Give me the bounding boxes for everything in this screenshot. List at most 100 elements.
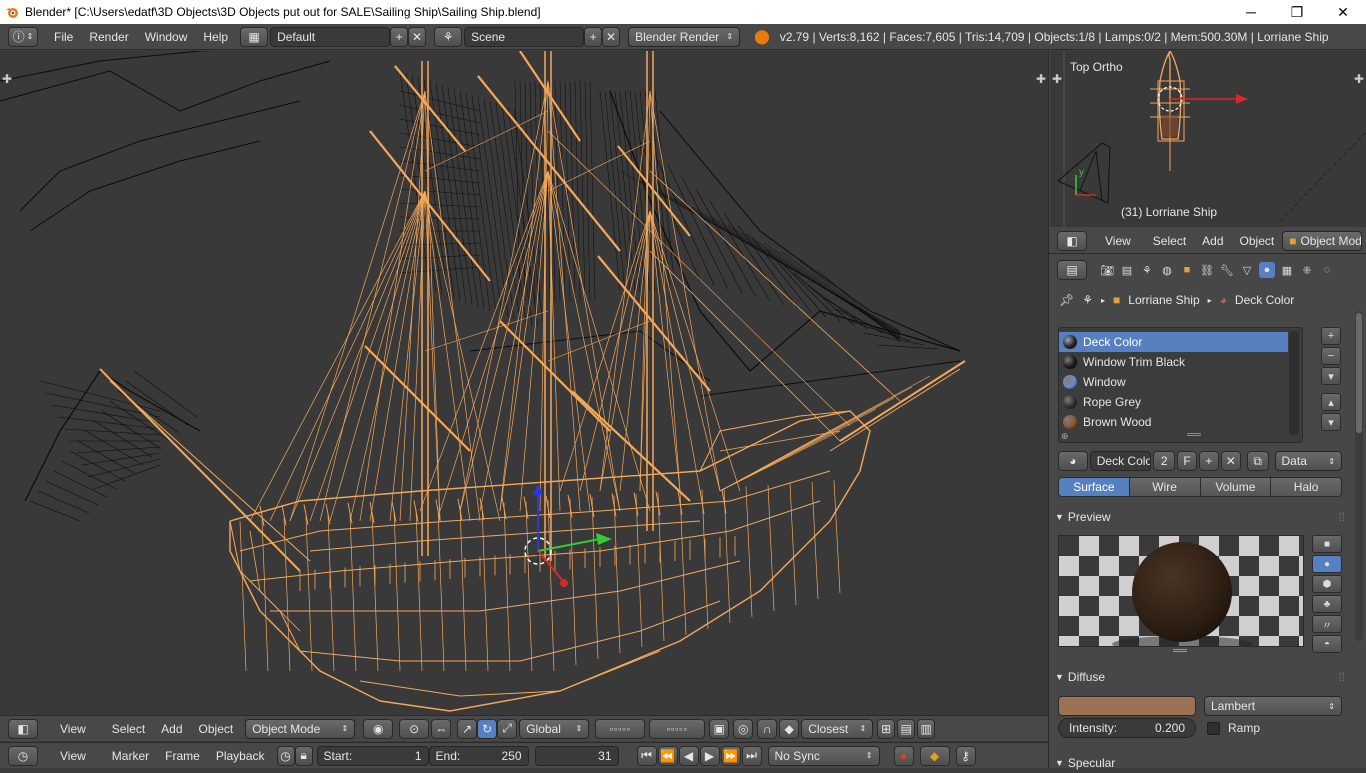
slot-specials-button[interactable]: ▾: [1321, 367, 1341, 385]
viewport-shading-button[interactable]: ◉: [363, 718, 394, 739]
editor-type-button[interactable]: ⓘ ⇕: [8, 26, 38, 47]
menu-object[interactable]: Object: [191, 722, 242, 736]
unlink-material-button[interactable]: ✕: [1220, 451, 1241, 471]
end-frame-field[interactable]: End: 250: [428, 745, 529, 766]
data-tab-icon[interactable]: ▽: [1239, 262, 1255, 278]
snap-element-button[interactable]: ◆: [779, 718, 800, 739]
render-engine-dropdown[interactable]: Blender Render ⇕: [628, 26, 741, 47]
preview-cube-button[interactable]: ⬢: [1312, 575, 1342, 593]
preview-world-button[interactable]: ◓: [1312, 635, 1342, 653]
next-keyframe-button[interactable]: ⏩: [720, 745, 741, 766]
material-list-scrollbar[interactable]: [1289, 331, 1299, 435]
material-slot-item[interactable]: Window: [1059, 372, 1288, 392]
sync-dropdown[interactable]: No Sync ⇕: [767, 745, 880, 766]
editor-type-button[interactable]: ◧: [8, 718, 38, 739]
minimize-button[interactable]: ─: [1228, 0, 1274, 24]
proportional-edit-button[interactable]: ◎: [733, 718, 754, 739]
link-dropdown[interactable]: Data ⇕: [1274, 451, 1343, 471]
selected-ship-wireframe[interactable]: [99, 51, 966, 712]
fake-user-button[interactable]: F: [1177, 451, 1197, 471]
viewport-split-corner-icon-left[interactable]: ✚: [2, 72, 12, 86]
preview-panel-header[interactable]: ▼ Preview ⁞⁞: [1055, 507, 1345, 527]
constraints-tab-icon[interactable]: ⛓︎: [1199, 262, 1215, 278]
material-slot-item[interactable]: Rope Grey: [1059, 392, 1288, 412]
maximize-button[interactable]: ❐: [1274, 0, 1320, 24]
snap-toggle-button[interactable]: ∩: [757, 718, 778, 739]
menu-view[interactable]: View: [1097, 234, 1139, 248]
render-layers-tab-icon[interactable]: ▤: [1119, 262, 1135, 278]
diffuse-shader-dropdown[interactable]: Lambert ⇕: [1204, 696, 1342, 716]
drag-grip-icon[interactable]: ⁞⁞: [1338, 510, 1345, 524]
specular-panel-header[interactable]: ▼ Specular: [1055, 753, 1345, 773]
preview-monkey-button[interactable]: ♣: [1312, 595, 1342, 613]
menu-select[interactable]: Select: [1145, 234, 1194, 248]
preview-range-button[interactable]: ◷: [276, 745, 295, 766]
move-slot-down-button[interactable]: ▾: [1321, 413, 1341, 431]
ramp-checkbox[interactable]: [1207, 721, 1220, 735]
menu-frame[interactable]: Frame: [157, 749, 208, 763]
properties-scrollbar[interactable]: [1355, 311, 1363, 641]
modifiers-tab-icon[interactable]: 🔧︎: [1219, 262, 1235, 278]
preview-flat-button[interactable]: ■: [1312, 535, 1342, 553]
editor-type-button[interactable]: ▤: [1057, 260, 1087, 280]
preview-resize-handle[interactable]: [1173, 649, 1187, 652]
menu-view[interactable]: View: [52, 749, 94, 763]
menu-playback[interactable]: Playback: [208, 749, 273, 763]
list-resize-grip[interactable]: [1187, 433, 1201, 436]
editor-type-button[interactable]: ◧: [1057, 230, 1087, 251]
area-corner-icon[interactable]: ✚: [1052, 72, 1062, 86]
3d-viewport[interactable]: ✚ ✚: [0, 51, 1048, 715]
layers-grid-b[interactable]: ▫▫▫▫▫: [649, 718, 706, 739]
menu-select[interactable]: Select: [104, 722, 153, 736]
users-count[interactable]: 2: [1153, 451, 1176, 471]
menu-file[interactable]: File: [46, 30, 81, 44]
move-slot-up-button[interactable]: ▴: [1321, 393, 1341, 411]
manipulator-toggle-button[interactable]: ⇔: [431, 718, 452, 739]
tab-volume[interactable]: Volume: [1200, 478, 1272, 496]
diffuse-color-swatch[interactable]: [1058, 696, 1196, 716]
ramp-checkbox-row[interactable]: Ramp: [1207, 721, 1260, 735]
new-material-button[interactable]: +: [1199, 451, 1219, 471]
scene-tab-icon[interactable]: ⚘: [1139, 262, 1155, 278]
start-frame-field[interactable]: Start: 1: [316, 745, 429, 766]
layout-name-field[interactable]: Default: [270, 26, 391, 47]
material-name-field[interactable]: Deck Color: [1089, 451, 1152, 471]
opengl-render-button[interactable]: ▤: [897, 718, 916, 739]
node-toggle-button[interactable]: ⧉: [1246, 451, 1269, 471]
remove-scene-button[interactable]: ✕: [602, 26, 621, 47]
orientation-dropdown[interactable]: Global ⇕: [519, 718, 590, 739]
play-reverse-button[interactable]: ◀: [678, 745, 699, 766]
jump-start-button[interactable]: ⏮: [636, 745, 657, 766]
viewport-split-corner-icon[interactable]: ✚: [1036, 72, 1046, 86]
preview-hair-button[interactable]: 〃: [1312, 615, 1342, 633]
world-tab-icon[interactable]: ◍: [1159, 262, 1175, 278]
tab-surface[interactable]: Surface: [1059, 478, 1130, 496]
intensity-slider[interactable]: Intensity: 0.200: [1058, 718, 1196, 738]
keying-set-button[interactable]: ◆: [919, 745, 950, 766]
insert-keyframe-button[interactable]: ⚷: [955, 745, 976, 766]
menu-marker[interactable]: Marker: [104, 749, 157, 763]
add-scene-button[interactable]: +: [584, 26, 603, 47]
menu-view[interactable]: View: [52, 722, 94, 736]
lock-layers-button[interactable]: ▣: [709, 718, 730, 739]
translate-manipulator-button[interactable]: ↗: [457, 718, 478, 739]
rotate-manipulator-button[interactable]: ↻: [477, 718, 498, 739]
snap-align-button[interactable]: ⊞: [877, 718, 896, 739]
editor-type-button[interactable]: ◷: [8, 745, 38, 766]
ship-wireframe[interactable]: ✚ ✚: [0, 51, 1048, 715]
pivot-point-button[interactable]: ⊙: [399, 718, 430, 739]
layers-grid-a[interactable]: ▫▫▫▫▫: [595, 718, 646, 739]
drag-grip-icon[interactable]: ⁞⁞: [1338, 670, 1345, 684]
menu-render[interactable]: Render: [81, 30, 136, 44]
remove-slot-button[interactable]: −: [1321, 347, 1341, 365]
list-filter-icon[interactable]: ⊕: [1061, 431, 1069, 442]
material-slot-item[interactable]: Deck Color: [1059, 332, 1288, 352]
remove-layout-button[interactable]: ✕: [408, 26, 427, 47]
pin-icon[interactable]: 📌︎: [1059, 293, 1074, 307]
material-slot-item[interactable]: Brown Wood: [1059, 412, 1288, 432]
add-slot-button[interactable]: +: [1321, 327, 1341, 345]
scene-picker-button[interactable]: ⚘: [434, 26, 463, 47]
physics-tab-icon[interactable]: ◌: [1319, 262, 1335, 278]
render-tab-icon[interactable]: 📷︎: [1099, 262, 1115, 278]
jump-end-button[interactable]: ⏭: [741, 745, 762, 766]
